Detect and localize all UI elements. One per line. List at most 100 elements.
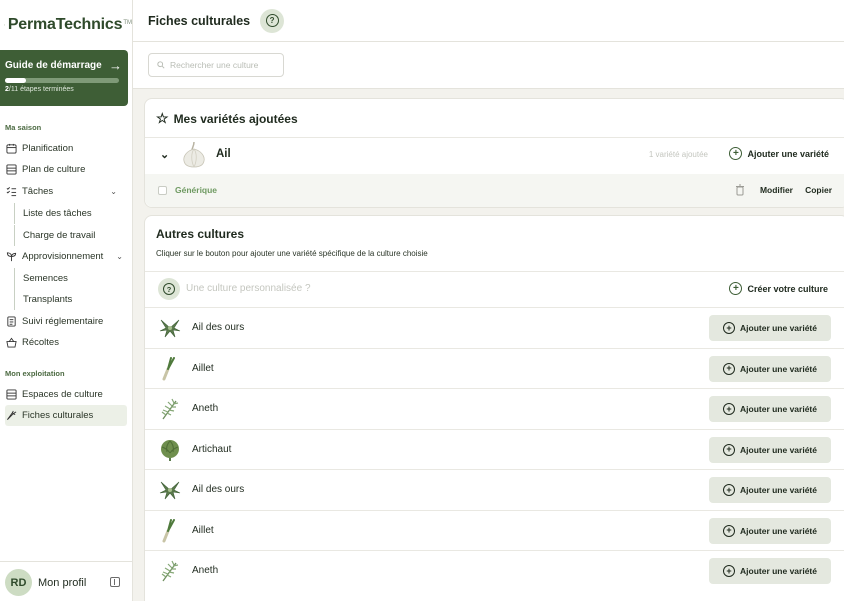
crop-row: Artichaut + Ajouter une variété: [145, 428, 844, 469]
dill-icon: [158, 559, 182, 583]
help-button[interactable]: ?: [158, 278, 180, 300]
variety-checkbox[interactable]: [158, 186, 167, 195]
add-variety-button[interactable]: + Ajouter une variété: [709, 355, 831, 382]
add-variety-link[interactable]: + Ajouter une variété: [729, 147, 829, 160]
sidebar-item-transplants[interactable]: Transplants: [14, 289, 72, 310]
add-variety-label: Ajouter une variété: [740, 444, 817, 455]
section-label-season: Ma saison: [5, 123, 42, 132]
sidebar-item-label: Tâches: [22, 186, 54, 197]
page-title: Fiches culturales: [148, 13, 251, 28]
crop-row: Aillet + Ajouter une variété: [145, 509, 844, 550]
search-input[interactable]: Rechercher une culture: [148, 53, 284, 77]
grid-icon: [5, 389, 17, 401]
guide-title: Guide de démarrage: [5, 60, 102, 71]
plus-circle-icon: +: [729, 282, 743, 295]
search-icon: [157, 61, 165, 69]
sidebar-item-label: Récoltes: [22, 337, 59, 348]
add-variety-button[interactable]: + Ajouter une variété: [709, 315, 831, 341]
custom-crop-input[interactable]: Une culture personnalisée ?: [186, 283, 311, 294]
sidebar-item-label: Fiches culturales: [22, 410, 94, 421]
star-icon: ☆: [156, 110, 169, 126]
sidebar-item-charge-de-travail[interactable]: Charge de travail: [14, 225, 95, 246]
custom-crop-row: ? Une culture personnalisée ? + Créer vo…: [145, 271, 844, 307]
other-crops-subtitle: Cliquer sur le bouton pour ajouter une v…: [156, 249, 428, 258]
crop-name: Ail: [216, 148, 231, 160]
chevron-down-icon[interactable]: ⌄: [110, 187, 117, 196]
add-variety-label: Ajouter une variété: [747, 148, 829, 159]
plus-circle-icon: +: [723, 443, 735, 456]
sidebar-item-label: Planification: [22, 143, 74, 154]
collapse-sidebar-icon[interactable]: [110, 577, 120, 587]
add-variety-label: Ajouter une variété: [740, 566, 817, 576]
sidebar: PermaTechnics TM Guide de démarrage → 2/…: [0, 0, 133, 601]
create-crop-label: Créer votre culture: [747, 283, 828, 294]
brand-tm: TM: [123, 20, 132, 26]
sidebar-item-planification[interactable]: Planification: [5, 138, 127, 159]
crop-name: Ail des ours: [192, 322, 245, 333]
crop-row: Aneth + Ajouter une variété: [145, 388, 844, 428]
variety-name[interactable]: Générique: [175, 185, 217, 195]
crop-name: Ail des ours: [192, 484, 245, 495]
crop-name: Aillet: [192, 524, 214, 536]
basket-icon: [5, 337, 17, 349]
add-variety-button[interactable]: + Ajouter une variété: [709, 436, 831, 463]
plus-circle-icon: +: [723, 524, 735, 537]
add-variety-button[interactable]: + Ajouter une variété: [709, 517, 831, 544]
sidebar-item-liste-des-taches[interactable]: Liste des tâches: [14, 203, 92, 224]
plus-circle-icon: +: [723, 484, 735, 496]
sidebar-item-espaces-de-culture[interactable]: Espaces de culture: [5, 384, 127, 405]
sidebar-item-label: Approvisionnement: [22, 251, 104, 262]
variety-count: 1 variété ajoutée: [648, 150, 708, 159]
sidebar-item-plan-de-culture[interactable]: Plan de culture: [5, 159, 127, 180]
crop-name: Aneth: [192, 565, 219, 576]
section-label-farm: Mon exploitation: [5, 369, 65, 378]
add-variety-button[interactable]: + Ajouter une variété: [709, 396, 831, 422]
sidebar-item-suivi-reglementaire[interactable]: Suivi réglementaire: [5, 311, 127, 332]
crop-row-ail[interactable]: ⌄ Ail 1 variété ajoutée + Ajouter une va…: [145, 137, 844, 173]
avatar: RD: [5, 569, 32, 596]
add-variety-button[interactable]: + Ajouter une variété: [709, 477, 831, 503]
guide-progress-bar: [5, 78, 119, 83]
plus-circle-icon: +: [723, 362, 735, 375]
other-crops-card: Autres cultures Cliquer sur le bouton po…: [144, 215, 844, 601]
copy-button[interactable]: Copier: [805, 185, 832, 195]
other-crops-title: Autres cultures: [156, 227, 245, 241]
help-button[interactable]: ?: [260, 8, 285, 33]
plus-circle-icon: +: [729, 147, 743, 160]
profile-button[interactable]: RD Mon profil: [5, 569, 125, 596]
help-icon: ?: [265, 14, 279, 27]
my-varieties-card: ☆ Mes variétés ajoutées ⌄ Ail 1 variété …: [144, 98, 844, 208]
variety-row-generique: Générique Modifier Copier: [145, 174, 844, 207]
profile-name: Mon profil: [38, 576, 87, 589]
sidebar-item-semences[interactable]: Semences: [14, 268, 68, 289]
crop-name: Aneth: [192, 403, 219, 414]
logo[interactable]: PermaTechnics TM: [0, 0, 132, 50]
crop-row: Ail des ours + Ajouter une variété: [145, 469, 844, 509]
getting-started-guide[interactable]: Guide de démarrage → 2/11 étapes terminé…: [0, 50, 128, 106]
list-icon: [5, 164, 17, 176]
crop-row: Aneth + Ajouter une variété: [145, 550, 844, 590]
add-variety-label: Ajouter une variété: [740, 525, 817, 536]
garlic-icon: [183, 141, 205, 168]
search-placeholder: Rechercher une culture: [170, 60, 259, 70]
sidebar-item-fiches-culturales[interactable]: Fiches culturales: [5, 405, 127, 426]
crop-name: Aillet: [192, 362, 214, 374]
plus-circle-icon: +: [723, 403, 735, 415]
edit-button[interactable]: Modifier: [760, 185, 793, 195]
sidebar-item-approvisionnement[interactable]: Approvisionnement ⌄: [5, 246, 127, 267]
sidebar-item-taches[interactable]: Tâches ⌄: [5, 181, 127, 202]
divider: [0, 561, 132, 562]
arrow-right-icon: →: [109, 58, 122, 73]
plus-circle-icon: +: [723, 565, 735, 577]
artichoke-icon: [158, 438, 182, 462]
trash-icon[interactable]: [735, 184, 745, 196]
add-variety-button[interactable]: + Ajouter une variété: [709, 558, 831, 584]
create-crop-link[interactable]: + Créer votre culture: [729, 282, 828, 295]
chevron-down-icon[interactable]: ⌄: [160, 148, 169, 161]
crop-name: Artichaut: [192, 443, 232, 455]
sidebar-item-recoltes[interactable]: Récoltes: [5, 332, 127, 353]
chevron-down-icon[interactable]: ⌄: [116, 252, 123, 261]
sidebar-item-label: Plan de culture: [22, 164, 86, 175]
calendar-icon: [5, 143, 17, 155]
plus-circle-icon: +: [723, 322, 735, 334]
